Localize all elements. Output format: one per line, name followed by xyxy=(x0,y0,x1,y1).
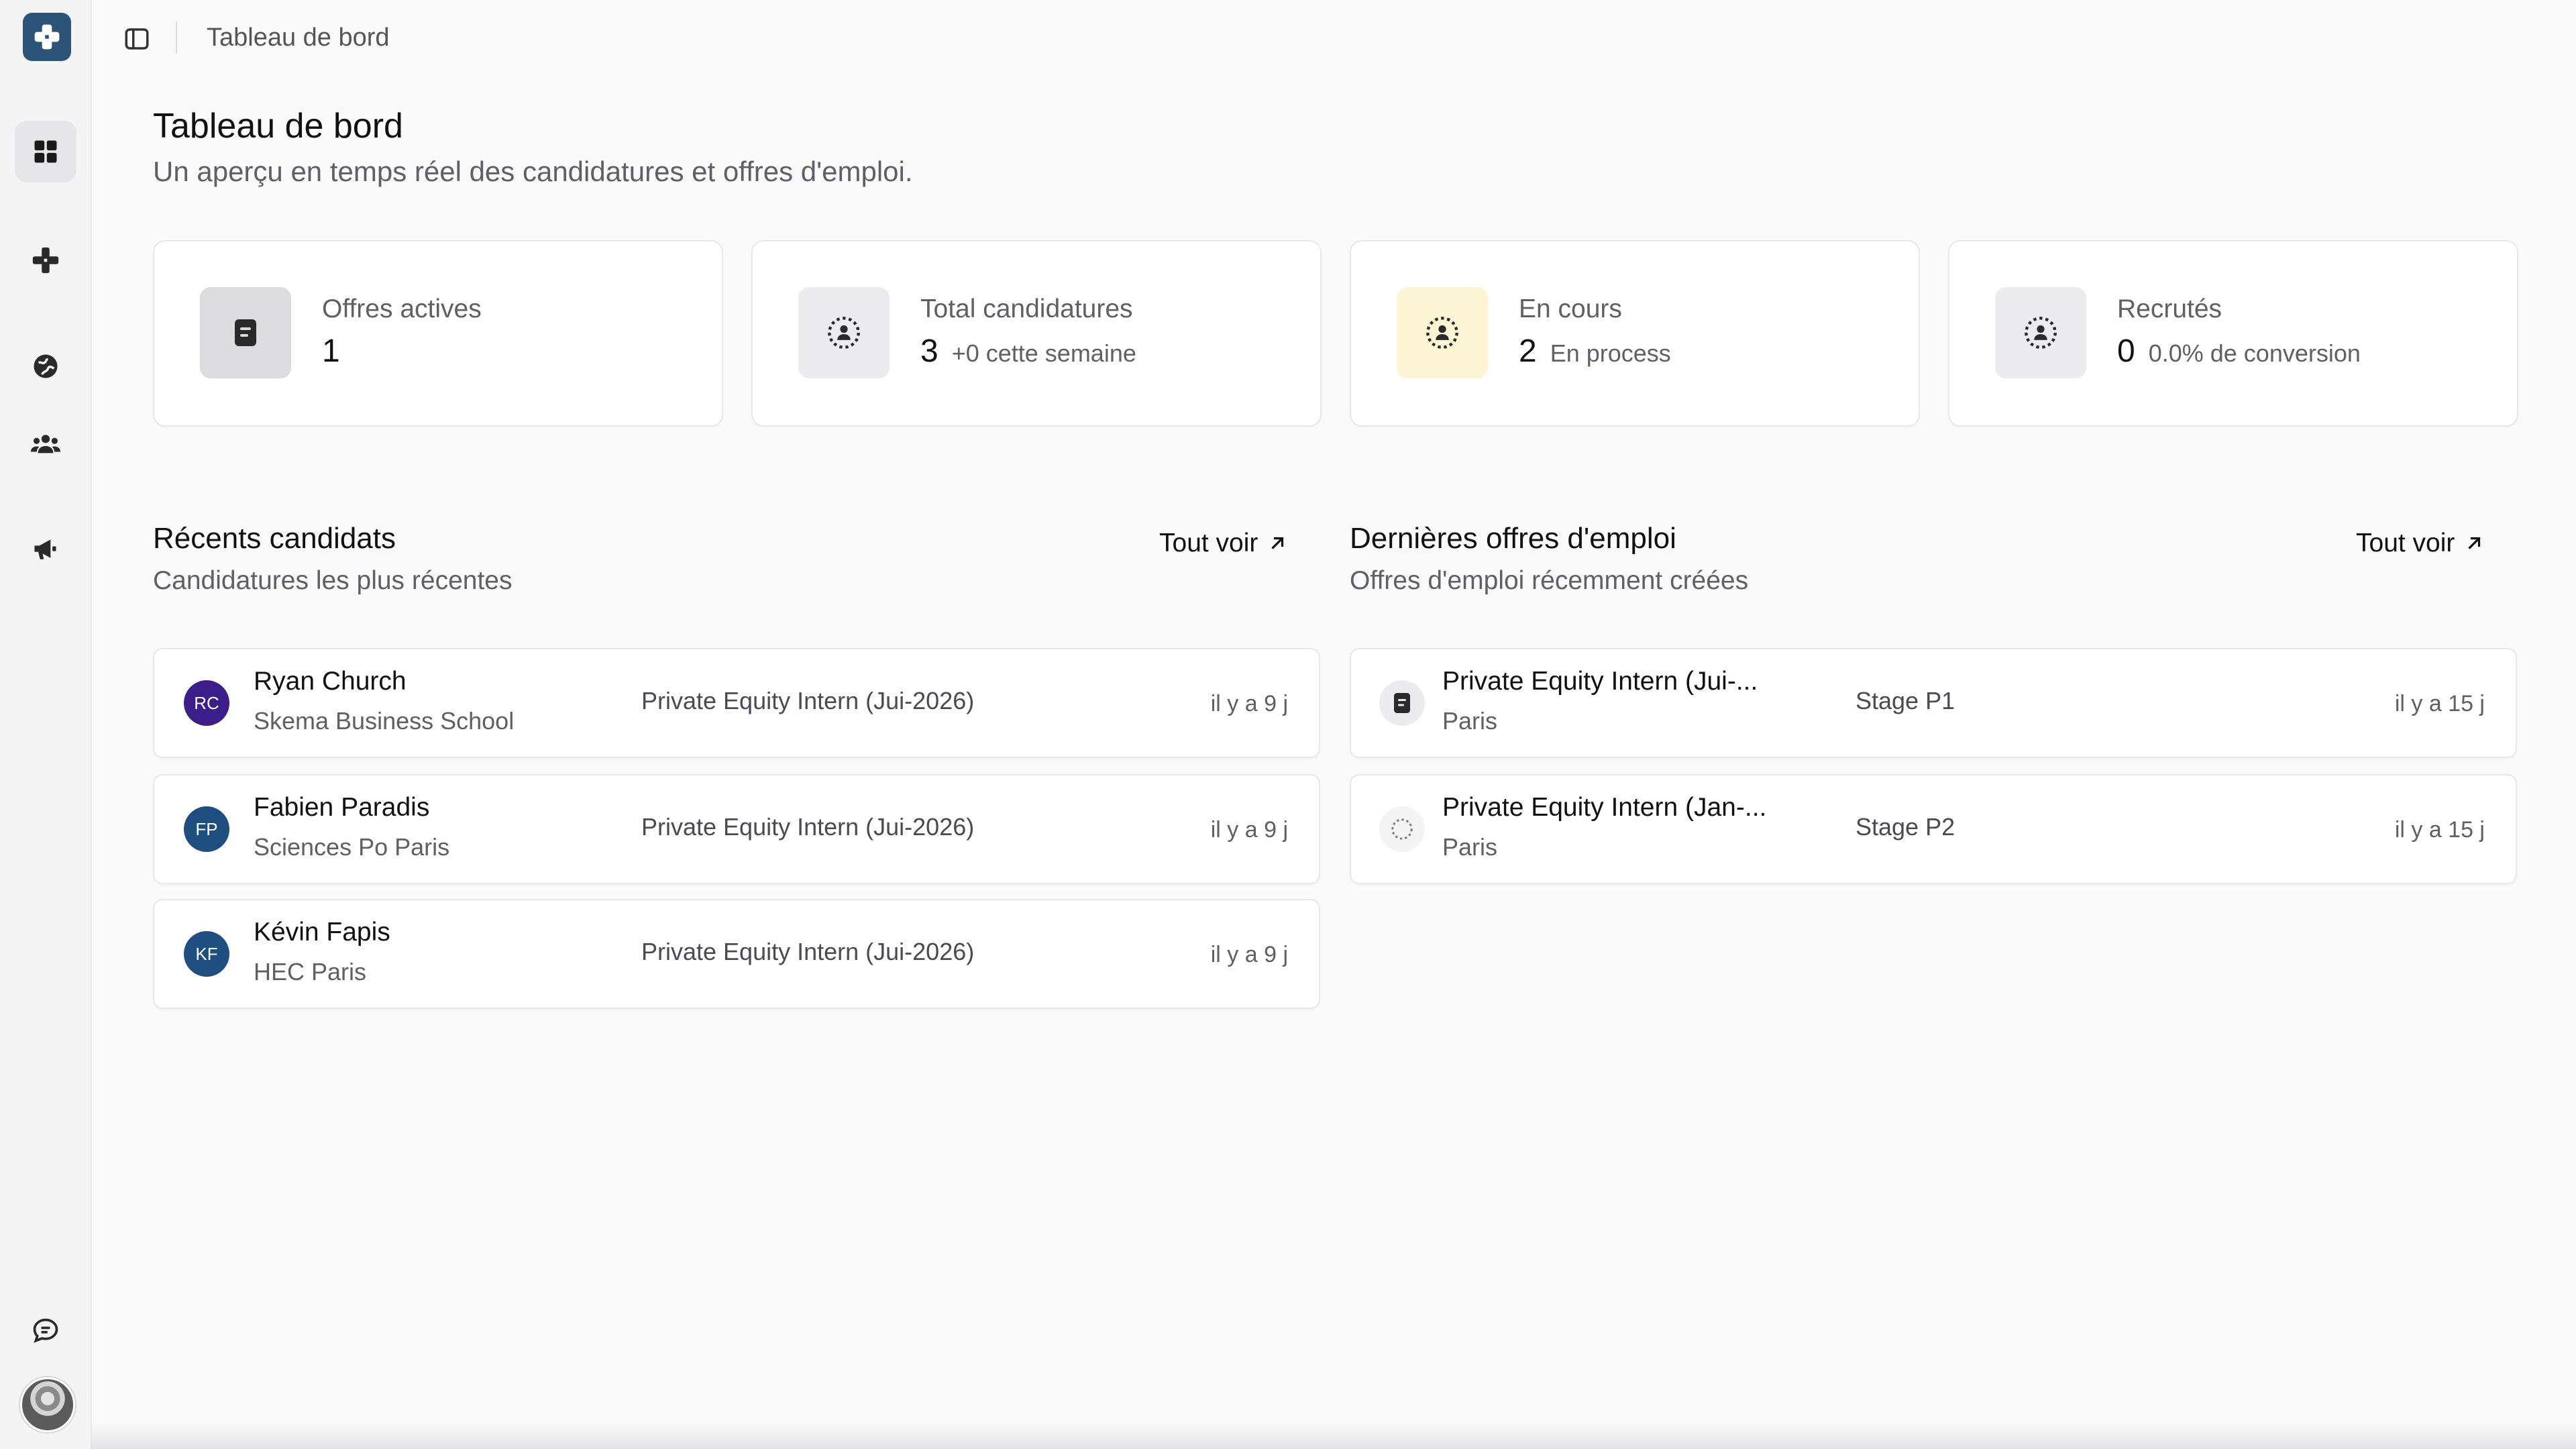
recent-candidates-title: Récents candidats xyxy=(153,522,396,555)
arrow-up-right-icon xyxy=(1271,537,1284,549)
recent-candidates-subtitle: Candidatures les plus récentes xyxy=(153,566,513,595)
page-subtitle: Un aperçu en temps réel des candidatures… xyxy=(153,156,913,187)
candidate-job: Private Equity Intern (Jui-2026) xyxy=(641,938,975,965)
dashed-circle-icon xyxy=(1391,818,1413,840)
stat-value: 3 xyxy=(920,333,938,369)
sidebar xyxy=(0,0,92,1449)
puzzle-icon xyxy=(34,24,60,50)
megaphone-icon xyxy=(34,539,56,559)
bottom-edge-shade xyxy=(91,1422,2576,1449)
job-time: il y a 15 j xyxy=(2394,691,2485,716)
stat-card-in-progress: En cours 2 En process xyxy=(1350,240,1920,427)
candidate-time: il y a 9 j xyxy=(1210,691,1288,716)
document-icon xyxy=(235,319,256,346)
stat-note: +0 cette semaine xyxy=(951,339,1136,367)
job-row[interactable]: Private Equity Intern (Jui-... Paris Sta… xyxy=(1350,648,2517,758)
stat-value: 1 xyxy=(322,333,340,369)
candidate-name: Fabien Paradis xyxy=(254,793,430,822)
job-title: Private Equity Intern (Jan-... xyxy=(1442,793,1767,822)
candidate-school: Sciences Po Paris xyxy=(254,833,450,861)
candidate-job: Private Equity Intern (Jui-2026) xyxy=(641,813,975,841)
stat-label: En cours xyxy=(1519,294,1622,323)
sidebar-item-web[interactable] xyxy=(15,335,76,397)
job-stage: Stage P1 xyxy=(1856,687,1955,714)
users-icon xyxy=(30,435,61,453)
stat-card-active-offers: Offres actives 1 xyxy=(153,240,723,427)
latest-jobs-see-all-link[interactable]: Tout voir xyxy=(2356,527,2484,559)
job-location: Paris xyxy=(1442,833,1498,861)
user-avatar[interactable] xyxy=(20,1377,75,1432)
arrow-up-right-icon xyxy=(2468,537,2481,549)
sidebar-item-chat[interactable] xyxy=(15,1300,76,1362)
sidebar-item-candidates[interactable] xyxy=(15,413,76,475)
chat-icon xyxy=(33,1318,58,1343)
document-icon xyxy=(1394,693,1410,713)
candidate-avatar: RC xyxy=(184,680,229,726)
app-logo[interactable] xyxy=(23,13,71,61)
people-circle-icon xyxy=(828,317,860,349)
stat-note: 0.0% de conversion xyxy=(2148,339,2361,367)
see-all-label: Tout voir xyxy=(2356,529,2455,557)
candidate-school: HEC Paris xyxy=(254,958,367,985)
job-row[interactable]: Private Equity Intern (Jan-... Paris Sta… xyxy=(1350,774,2517,884)
stat-value: 0 xyxy=(2117,333,2135,369)
candidate-time: il y a 9 j xyxy=(1210,817,1288,843)
candidate-time: il y a 9 j xyxy=(1210,942,1288,967)
stat-card-total-applications: Total candidatures 3 +0 cette semaine xyxy=(751,240,1322,427)
stat-icon-box xyxy=(200,287,291,378)
job-stage: Stage P2 xyxy=(1856,813,1955,841)
stat-note: En process xyxy=(1550,339,1671,367)
stat-card-hired: Recrutés 0 0.0% de conversion xyxy=(1948,240,2518,427)
candidate-row[interactable]: KF Kévin Fapis HEC Paris Private Equity … xyxy=(153,899,1320,1009)
job-icon-box xyxy=(1379,806,1425,852)
stat-value: 2 xyxy=(1519,333,1537,369)
latest-jobs-subtitle: Offres d'emploi récemment créées xyxy=(1350,566,1749,595)
breadcrumb: Tableau de bord xyxy=(207,23,390,52)
candidate-name: Ryan Church xyxy=(254,667,407,696)
sidebar-panel-icon xyxy=(125,28,149,50)
people-circle-icon xyxy=(2025,317,2057,349)
puzzle-icon xyxy=(32,247,59,274)
candidate-school: Skema Business School xyxy=(254,707,515,735)
globe-icon xyxy=(34,354,58,378)
topbar-divider xyxy=(176,21,177,54)
stat-icon-box xyxy=(798,287,890,378)
recent-candidates-see-all-link[interactable]: Tout voir xyxy=(1159,527,1287,559)
candidate-job: Private Equity Intern (Jui-2026) xyxy=(641,687,975,714)
stat-icon-box xyxy=(1995,287,2086,378)
sidebar-item-dashboard[interactable] xyxy=(15,121,76,182)
job-icon-box xyxy=(1379,680,1425,726)
sidebar-item-integrations[interactable] xyxy=(15,229,76,291)
candidate-row[interactable]: FP Fabien Paradis Sciences Po Paris Priv… xyxy=(153,774,1320,884)
candidate-avatar: FP xyxy=(184,806,229,852)
stat-label: Total candidatures xyxy=(920,294,1133,323)
stat-label: Recrutés xyxy=(2117,294,2222,323)
dashboard-grid-icon xyxy=(34,140,57,163)
sidebar-item-announcements[interactable] xyxy=(15,518,76,580)
page-title: Tableau de bord xyxy=(153,107,403,146)
candidate-avatar: KF xyxy=(184,931,229,977)
people-circle-icon xyxy=(1426,317,1458,349)
latest-jobs-title: Dernières offres d'emploi xyxy=(1350,522,1676,555)
job-location: Paris xyxy=(1442,707,1498,735)
see-all-label: Tout voir xyxy=(1159,529,1258,557)
stat-icon-box xyxy=(1397,287,1488,378)
stat-label: Offres actives xyxy=(322,294,482,323)
job-time: il y a 15 j xyxy=(2394,817,2485,843)
candidate-row[interactable]: RC Ryan Church Skema Business School Pri… xyxy=(153,648,1320,758)
candidate-name: Kévin Fapis xyxy=(254,918,390,947)
sidebar-toggle-button[interactable] xyxy=(119,21,154,56)
job-title: Private Equity Intern (Jui-... xyxy=(1442,667,1758,696)
